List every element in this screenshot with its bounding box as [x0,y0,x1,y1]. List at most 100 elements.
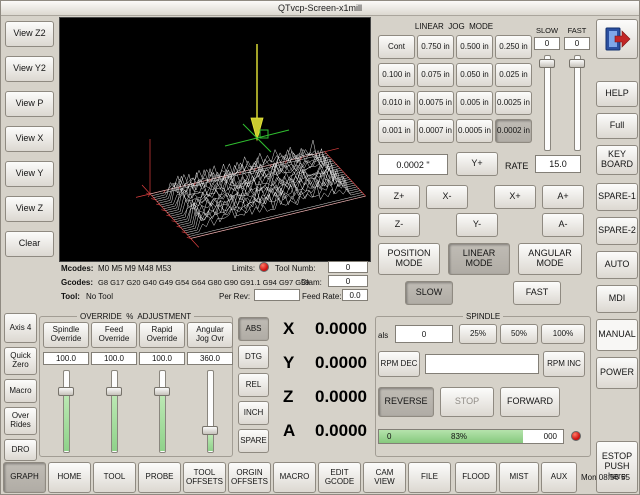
slow-jog-button[interactable]: SLOW [405,281,453,305]
linear-mode-button[interactable]: LINEAR MODE [448,243,510,275]
jog-increment-button[interactable]: 0.100 in [378,63,415,87]
tab-axis-4[interactable]: Axis 4 [4,313,37,343]
jog-cont-button[interactable]: Cont [378,35,415,59]
tab-over-rides[interactable]: Over Rides [4,407,37,435]
jog-y-minus-button[interactable]: Y- [456,213,498,237]
tab-dro[interactable]: DRO [4,439,37,461]
jog-increment-button[interactable]: 0.001 in [378,119,415,143]
tab-edit-gcode[interactable]: EDIT GCODE [318,462,361,493]
view-y-button[interactable]: View Y [5,161,54,187]
spindle-speed-spinbox[interactable]: 0 [395,325,453,343]
spindle-100pct-button[interactable]: 100% [541,324,585,344]
tab-quick-zero[interactable]: Quick Zero [4,347,37,375]
jog-increment-button[interactable]: 0.750 in [417,35,454,59]
rate-field[interactable]: 15.0 [535,155,581,173]
per-rev-field[interactable] [254,289,300,301]
jog-x-minus-button[interactable]: X- [426,185,468,209]
tab-tool-offsets[interactable]: TOOL OFFSETS [183,462,226,493]
jog-slow-speed-slider[interactable] [539,55,555,151]
fullscreen-button[interactable]: Full [596,113,638,139]
jog-y-plus-button[interactable]: Y+ [456,152,498,176]
spindle-reverse-button[interactable]: REVERSE [378,387,434,417]
auto-mode-button[interactable]: AUTO [596,251,638,279]
spindle-25pct-button[interactable]: 25% [459,324,497,344]
dro-rel-button[interactable]: REL [238,373,269,397]
feed-override-slider[interactable] [106,370,122,453]
jog-increment-button[interactable]: 0.050 in [456,63,493,87]
diam-field[interactable]: 0 [328,275,368,287]
jog-increment-button[interactable]: 0.500 in [456,35,493,59]
keyboard-button[interactable]: KEY BOARD [596,145,638,175]
jog-increment-button[interactable]: 0.250 in [495,35,532,59]
jog-fast-speed-slider[interactable] [569,55,585,151]
jog-a-minus-button[interactable]: A- [542,213,584,237]
fast-jog-button[interactable]: FAST [513,281,561,305]
angular-mode-button[interactable]: ANGULAR MODE [518,243,582,275]
jog-x-plus-button[interactable]: X+ [494,185,536,209]
rpm-dec-button[interactable]: RPM DEC [378,351,420,377]
dro-spare-button[interactable]: SPARE [238,429,269,453]
jog-fast-speed-display[interactable]: 0 [564,37,590,50]
tab-home[interactable]: HOME [48,462,91,493]
view-z2-button[interactable]: View Z2 [5,21,54,47]
tab-cam-view[interactable]: CAM VIEW [363,462,406,493]
jog-increment-button[interactable]: 0.010 in [378,91,415,115]
view-x-button[interactable]: View X [5,126,54,152]
view-y2-button[interactable]: View Y2 [5,56,54,82]
jog-increment-button[interactable]: 0.0007 in [417,119,454,143]
jog-increment-button[interactable]: 0.005 in [456,91,493,115]
slider-handle[interactable] [569,59,585,68]
tab-tool[interactable]: TOOL [93,462,136,493]
jog-increment-button[interactable]: 0.075 in [417,63,454,87]
spindle-50pct-button[interactable]: 50% [500,324,538,344]
jog-increment-button[interactable]: 0.0075 in [417,91,454,115]
estop-button[interactable]: ESTOP PUSH here [596,441,638,493]
spindle-forward-button[interactable]: FORWARD [500,387,560,417]
position-mode-button[interactable]: POSITION MODE [378,243,440,275]
flood-toggle[interactable]: FLOOD [455,462,497,493]
slider-handle[interactable] [154,387,170,396]
mdi-mode-button[interactable]: MDI [596,285,638,313]
tab-macro[interactable]: Macro [4,379,37,403]
spare1-button[interactable]: SPARE-1 [596,183,638,211]
tab-origin-offsets[interactable]: ORGIN OFFSETS [228,462,271,493]
rpm-inc-button[interactable]: RPM INC [543,351,585,377]
jog-z-plus-button[interactable]: Z+ [378,185,420,209]
slider-handle[interactable] [106,387,122,396]
tab-probe[interactable]: PROBE [138,462,181,493]
spindle-override-slider[interactable] [58,370,74,453]
mist-toggle[interactable]: MIST [499,462,539,493]
rapid-override-button[interactable]: Rapid Override [139,322,185,348]
jog-a-plus-button[interactable]: A+ [542,185,584,209]
tab-macro[interactable]: MACRO [273,462,316,493]
jog-z-minus-button[interactable]: Z- [378,213,420,237]
tab-file[interactable]: FILE [408,462,451,493]
tab-graph[interactable]: GRAPH [3,462,46,493]
feed-override-button[interactable]: Feed Override [91,322,137,348]
tool-numb-field[interactable]: 0 [328,261,368,273]
angular-jog-override-slider[interactable] [202,370,218,453]
dro-inch-button[interactable]: INCH [238,401,269,425]
dro-abs-button[interactable]: ABS [238,317,269,341]
jog-increment-button[interactable]: 0.0005 in [456,119,493,143]
jog-slow-speed-display[interactable]: 0 [534,37,560,50]
slider-handle[interactable] [202,426,218,435]
help-button[interactable]: HELP [596,81,638,107]
spindle-stop-button[interactable]: STOP [440,387,494,417]
view-z-button[interactable]: View Z [5,196,54,222]
slider-handle[interactable] [539,59,555,68]
jog-increment-button[interactable]: 0.025 in [495,63,532,87]
gremlin-3d-view[interactable] [59,17,371,262]
spare2-button[interactable]: SPARE-2 [596,217,638,245]
manual-mode-button[interactable]: MANUAL [596,319,638,351]
angular-jog-override-button[interactable]: Angular Jog Ovr [187,322,233,348]
dro-dtg-button[interactable]: DTG [238,345,269,369]
view-p-button[interactable]: View P [5,91,54,117]
slider-handle[interactable] [58,387,74,396]
spindle-override-button[interactable]: Spindle Override [43,322,89,348]
power-button[interactable]: POWER [596,357,638,389]
feed-rate-field[interactable]: 0.0 [342,289,368,301]
rapid-override-slider[interactable] [154,370,170,453]
jog-increment-button-selected[interactable]: 0.0002 in [495,119,532,143]
clear-view-button[interactable]: Clear [5,231,54,257]
